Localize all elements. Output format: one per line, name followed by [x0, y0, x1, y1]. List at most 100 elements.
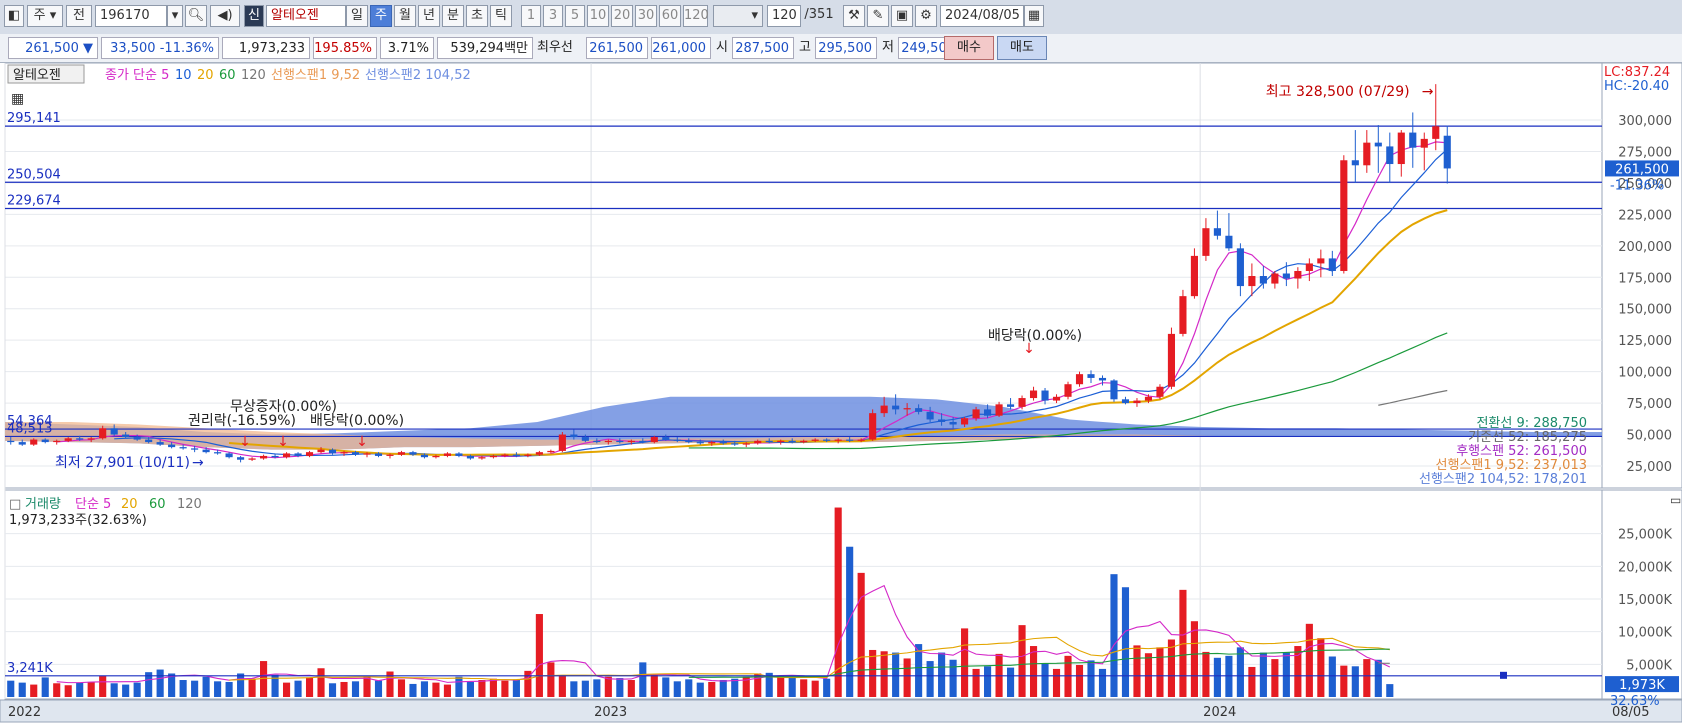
blank-select[interactable]: ▾ — [713, 5, 763, 27]
candle-body — [214, 452, 221, 453]
candle-body — [237, 457, 244, 460]
speaker-icon[interactable]: ◀) — [210, 5, 240, 27]
save-icon[interactable]: ▣ — [891, 5, 913, 27]
candle-body — [547, 451, 554, 452]
minute-button-60[interactable]: 60 — [659, 5, 681, 27]
price-current: 261,500 ▼ — [8, 37, 98, 59]
candle-body — [249, 458, 256, 459]
candle-body — [88, 438, 95, 439]
level-label: 229,674 — [7, 193, 61, 208]
candle-body — [272, 456, 279, 457]
hc-label: HC:-20.40 — [1604, 79, 1669, 94]
max-arrow: → — [1422, 84, 1434, 100]
minute-button-20[interactable]: 20 — [611, 5, 633, 27]
prev-button[interactable]: 전 — [66, 5, 92, 27]
period-tab-4[interactable]: 분 — [442, 5, 464, 27]
min-arrow: → — [192, 455, 204, 471]
event-arrow: ↓ — [1023, 341, 1035, 357]
volume-current: 1,973,233주(32.63%) — [9, 513, 147, 528]
period-select[interactable]: 주 ▾ — [27, 5, 63, 27]
volume-bar — [582, 681, 589, 697]
window-menu-icon[interactable]: ◧ — [4, 5, 24, 27]
volume-bar — [1363, 659, 1370, 697]
legend-item: 10 — [175, 68, 192, 83]
volume-tick-label: 25,000K — [1618, 528, 1672, 543]
price-tick-label: 275,000 — [1618, 145, 1672, 160]
candle-body — [99, 428, 106, 438]
x-axis-bar — [0, 700, 1682, 722]
candle-body — [191, 448, 198, 449]
volume-bar — [846, 547, 853, 697]
candle-body — [1133, 401, 1140, 404]
volume-bar — [1087, 660, 1094, 697]
date-input[interactable]: 2024/08/05 — [940, 5, 1024, 27]
volume-bar — [800, 679, 807, 697]
volume-bar — [1237, 647, 1244, 697]
chart-area[interactable]: 300,000275,000250,000225,000200,000175,0… — [0, 63, 1682, 723]
stock-chart[interactable]: 300,000275,000250,000225,000200,000175,0… — [0, 63, 1682, 723]
search-icon[interactable]: 🔍︎ — [185, 5, 207, 27]
legend-item: 120 — [241, 68, 266, 83]
draw-tool-icon[interactable]: ✎ — [867, 5, 889, 27]
volume-bar — [1110, 574, 1117, 697]
period-tab-5[interactable]: 초 — [466, 5, 488, 27]
volume-bar — [858, 573, 865, 697]
candle-body — [984, 409, 991, 415]
period-tab-6[interactable]: 틱 — [490, 5, 512, 27]
candle-body — [329, 450, 336, 454]
volume-bar — [927, 661, 934, 697]
minute-button-3[interactable]: 3 — [543, 5, 563, 27]
sell-button[interactable]: 매도 — [997, 36, 1047, 60]
low-label: 저 — [882, 37, 894, 59]
candle-body — [180, 447, 187, 448]
calendar-icon[interactable]: ▦ — [1024, 5, 1044, 27]
candle-body — [1398, 133, 1405, 164]
candle-body — [203, 450, 210, 453]
candle-body — [421, 455, 428, 458]
candle-body — [260, 456, 267, 459]
candle-body — [904, 408, 911, 409]
indicator-icon[interactable]: ⚒ — [843, 5, 865, 27]
volume-bar — [1260, 653, 1267, 697]
volume-bar — [559, 676, 566, 697]
volume-legend-item: 20 — [121, 497, 138, 512]
minute-button-30[interactable]: 30 — [635, 5, 657, 27]
code-dropdown-icon[interactable]: ▾ — [167, 5, 183, 27]
period-tab-3[interactable]: 년 — [418, 5, 440, 27]
candle-body — [1271, 273, 1278, 283]
volume-bar — [1168, 640, 1175, 697]
candle-body — [1386, 146, 1393, 164]
candle-body — [685, 441, 692, 442]
gear-icon[interactable]: ⚙ — [915, 5, 937, 27]
price-tick-label: 200,000 — [1618, 240, 1672, 255]
minute-button-120[interactable]: 120 — [683, 5, 708, 27]
volume-bar — [938, 653, 945, 697]
code-input[interactable]: 196170 — [95, 5, 167, 27]
candle-body — [1340, 160, 1347, 271]
minute-button-1[interactable]: 1 — [521, 5, 541, 27]
best-bid: 261,000 — [651, 37, 711, 59]
volume-tick-label: 10,000K — [1618, 626, 1672, 641]
candle-body — [1214, 228, 1221, 236]
minute-button-10[interactable]: 10 — [587, 5, 609, 27]
open-label: 시 — [716, 37, 728, 59]
period-tab-0[interactable]: 일 — [346, 5, 368, 27]
stock-name-field[interactable]: 알테오젠 — [266, 5, 346, 27]
volume-bar — [1306, 624, 1313, 697]
legend-item: 종가 단순 5 — [105, 68, 169, 83]
candle-body — [1041, 391, 1048, 401]
candle-body — [1237, 248, 1244, 286]
candle-body — [524, 455, 531, 456]
volume-bar — [513, 679, 520, 697]
volume-bar — [76, 683, 83, 697]
period-tab-1[interactable]: 주 — [370, 5, 392, 27]
candle-body — [226, 453, 233, 457]
period-tab-2[interactable]: 월 — [394, 5, 416, 27]
candle-body — [1202, 228, 1209, 256]
minute-button-5[interactable]: 5 — [565, 5, 585, 27]
count-input[interactable]: 120 — [767, 5, 801, 27]
candle-body — [444, 453, 451, 456]
buy-button[interactable]: 매수 — [944, 36, 994, 60]
volume-bar — [1053, 669, 1060, 697]
candle-body — [1444, 136, 1451, 169]
